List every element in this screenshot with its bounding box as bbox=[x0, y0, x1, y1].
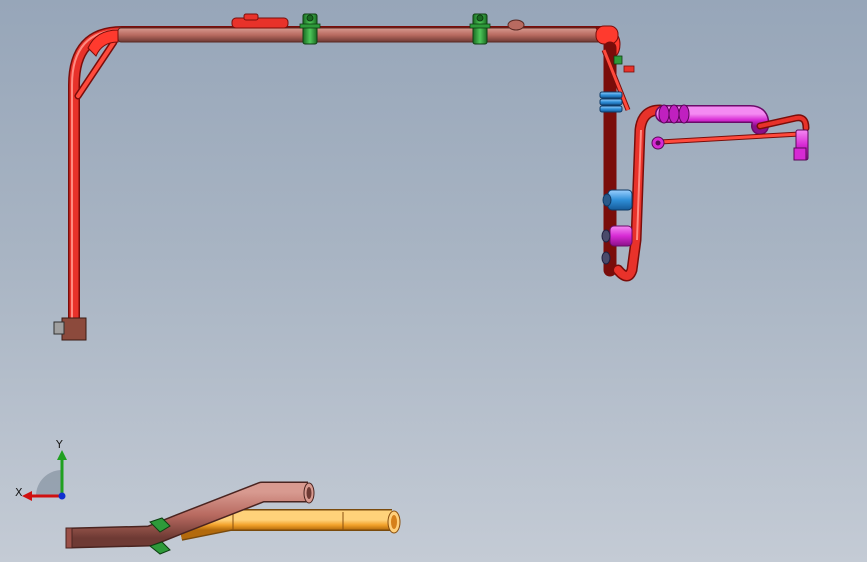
triad-axes-icon bbox=[22, 450, 67, 501]
view-orientation-triad: Y X bbox=[12, 438, 82, 510]
triad-y-label: Y bbox=[56, 438, 63, 451]
pipe-clamp-2[interactable] bbox=[469, 13, 491, 45]
main-red-pipe[interactable] bbox=[68, 25, 621, 331]
magenta-hose-branch[interactable] bbox=[651, 104, 810, 161]
top-bump-fitting[interactable] bbox=[507, 19, 525, 31]
triad-x-label: X bbox=[15, 486, 23, 499]
cad-graphics-viewport[interactable]: Y X bbox=[0, 0, 867, 562]
pipe-clamp-1[interactable] bbox=[299, 13, 321, 45]
blue-fitting-upper[interactable] bbox=[599, 91, 623, 113]
bottom-pipe-view[interactable] bbox=[65, 481, 401, 555]
top-red-bracket[interactable] bbox=[231, 13, 289, 29]
pipe-end-block[interactable] bbox=[53, 317, 87, 341]
pipe-assembly-model[interactable] bbox=[0, 0, 867, 562]
